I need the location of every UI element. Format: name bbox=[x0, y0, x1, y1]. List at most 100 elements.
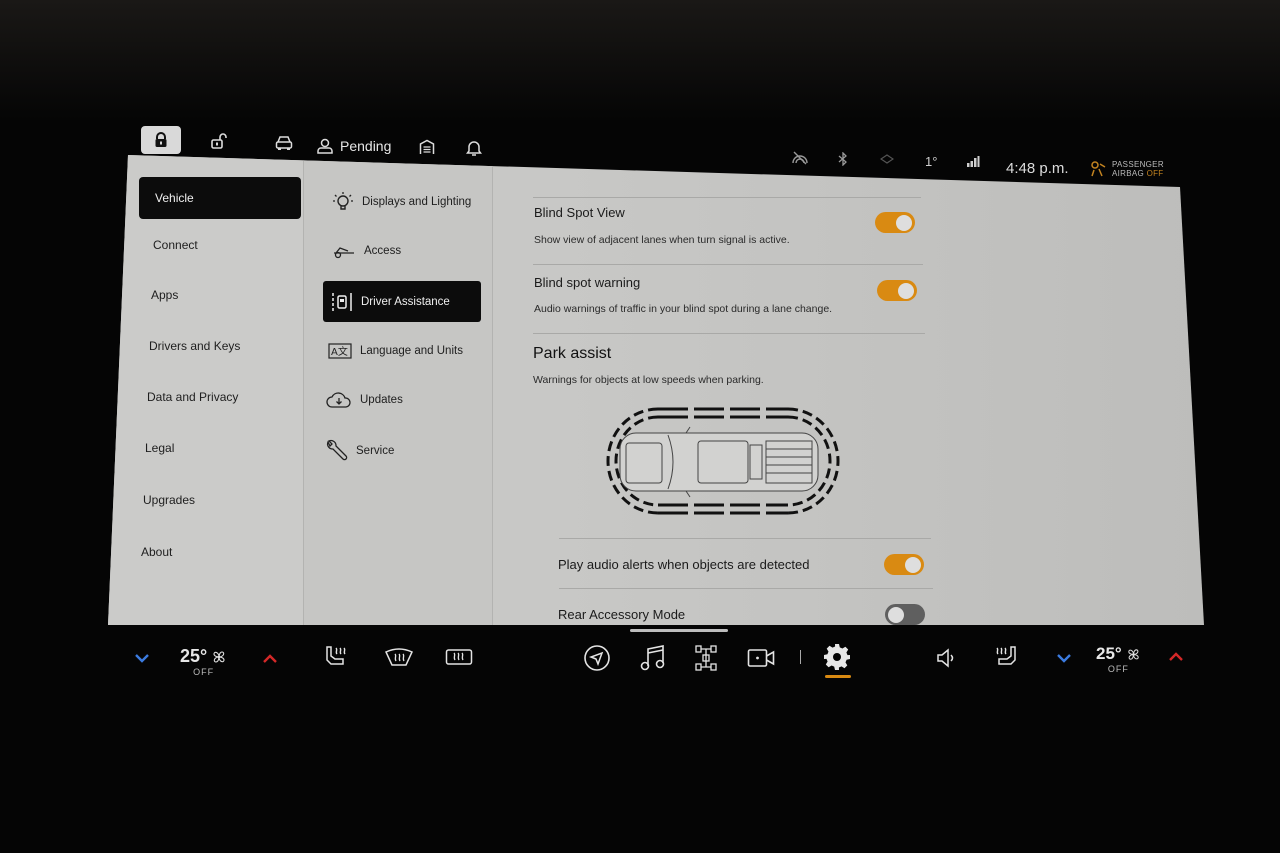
divider bbox=[533, 264, 923, 265]
subnav-item-driver-assistance[interactable]: Driver Assistance bbox=[323, 281, 481, 322]
toggle-knob bbox=[888, 606, 904, 623]
subnav-label: Driver Assistance bbox=[361, 295, 450, 308]
airbag-icon bbox=[1091, 161, 1106, 177]
garage-icon bbox=[419, 139, 435, 154]
user-icon bbox=[317, 138, 333, 154]
volume-button[interactable] bbox=[934, 645, 960, 671]
sidebar-item-label: Drivers and Keys bbox=[149, 339, 241, 353]
rear-defrost-icon bbox=[445, 649, 473, 665]
sidebar-item-label: Legal bbox=[145, 441, 175, 455]
notifications-button[interactable] bbox=[462, 137, 486, 159]
drivetrain-icon bbox=[695, 645, 717, 671]
sidebar-item-connect[interactable]: Connect bbox=[153, 235, 198, 255]
chevron-down-icon bbox=[135, 653, 149, 663]
navigation-icon bbox=[584, 645, 610, 671]
profile-button[interactable]: Pending bbox=[316, 134, 391, 158]
unlock-button[interactable] bbox=[206, 130, 232, 152]
truck-top-view bbox=[619, 426, 819, 498]
front-defrost-icon bbox=[385, 648, 413, 666]
cellular-status bbox=[966, 154, 980, 168]
driver-fan-status: OFF bbox=[193, 667, 215, 677]
blind-spot-view-toggle[interactable] bbox=[875, 212, 915, 233]
passenger-seat-heat-button[interactable] bbox=[992, 644, 1020, 672]
sidebar-item-label: Data and Privacy bbox=[147, 390, 239, 404]
chevron-down-icon bbox=[1057, 653, 1071, 663]
rear-defrost-button[interactable] bbox=[444, 646, 474, 670]
subnav-item-service[interactable]: Service bbox=[324, 438, 394, 464]
blind-spot-view-title: Blind Spot View bbox=[534, 205, 625, 220]
sidebar-item-label: Upgrades bbox=[143, 493, 196, 507]
passenger-temp-down-button[interactable] bbox=[1054, 648, 1074, 668]
subnav-label: Updates bbox=[360, 394, 403, 406]
sidebar-item-label: Vehicle bbox=[155, 191, 194, 205]
divider bbox=[533, 333, 925, 334]
subnav-item-updates[interactable]: Updates bbox=[326, 388, 403, 412]
blind-spot-warning-toggle[interactable] bbox=[877, 280, 917, 301]
lock-button[interactable] bbox=[141, 126, 181, 154]
sidebar-item-upgrades[interactable]: Upgrades bbox=[143, 490, 195, 510]
car-icon bbox=[275, 136, 293, 150]
vehicle-button[interactable] bbox=[271, 132, 297, 154]
passenger-temp-up-button[interactable] bbox=[1166, 646, 1186, 666]
front-defrost-button[interactable] bbox=[383, 646, 415, 670]
subnav-label: Displays and Lighting bbox=[362, 196, 472, 208]
camera-button[interactable] bbox=[746, 645, 776, 671]
driver-temp: 25° bbox=[180, 646, 208, 666]
sidebar-item-about[interactable]: About bbox=[141, 542, 172, 562]
bottom-bar-separator bbox=[800, 650, 801, 664]
lock-icon bbox=[155, 132, 167, 147]
driver-temp-down-button[interactable] bbox=[132, 648, 152, 668]
subnav-item-language-and-units[interactable]: A文 Language and Units bbox=[328, 339, 463, 363]
settings-button[interactable] bbox=[822, 642, 852, 672]
fan-icon bbox=[1128, 648, 1139, 660]
driver-temp-up-button[interactable] bbox=[260, 648, 280, 668]
park-assist-diagram bbox=[606, 407, 840, 515]
rear-accessory-toggle[interactable] bbox=[885, 604, 925, 625]
wifi-icon bbox=[880, 154, 894, 164]
divider bbox=[533, 197, 921, 198]
toggle-knob bbox=[898, 282, 914, 299]
subnav-item-displays-and-lighting[interactable]: Displays and Lighting bbox=[332, 189, 471, 215]
sidebar-item-data-and-privacy[interactable]: Data and Privacy bbox=[147, 387, 238, 407]
passenger-airbag-status: PASSENGER AIRBAG OFF bbox=[1090, 160, 1164, 178]
passenger-temp: 25° bbox=[1096, 644, 1122, 663]
subnav-item-access[interactable]: Access bbox=[332, 239, 401, 263]
sidebar-item-label: Connect bbox=[153, 238, 198, 252]
blind-spot-warning-title: Blind spot warning bbox=[534, 275, 641, 290]
driver-climate[interactable]: 25° OFF bbox=[180, 646, 227, 677]
media-button[interactable] bbox=[638, 643, 668, 673]
divider bbox=[559, 538, 931, 539]
sidebar-item-label: Apps bbox=[151, 288, 179, 302]
subnav-label: Service bbox=[356, 445, 395, 457]
garage-button[interactable] bbox=[415, 136, 439, 158]
sidebar-item-vehicle[interactable]: Vehicle bbox=[139, 177, 301, 219]
sidebar-item-apps[interactable]: Apps bbox=[151, 285, 178, 305]
sidebar-item-legal[interactable]: Legal bbox=[145, 438, 174, 458]
airbag-line2: AIRBAG bbox=[1112, 169, 1145, 178]
passenger-climate[interactable]: 25° OFF bbox=[1096, 644, 1141, 674]
navigation-button[interactable] bbox=[582, 643, 612, 673]
svg-text:A文: A文 bbox=[331, 345, 348, 358]
bluetooth-icon bbox=[838, 152, 847, 166]
sidebar-item-drivers-and-keys[interactable]: Drivers and Keys bbox=[149, 336, 240, 356]
airbag-line1: PASSENGER bbox=[1112, 160, 1164, 169]
toggle-knob bbox=[905, 556, 921, 573]
signal-icon bbox=[967, 156, 980, 167]
driver-seat-heat-button[interactable] bbox=[322, 644, 350, 672]
profile-label: Pending bbox=[340, 138, 392, 154]
bluetooth-status bbox=[838, 152, 848, 166]
driver-assistance-content: Blind Spot View Show view of adjacent la… bbox=[493, 155, 1204, 625]
park-assist-title: Park assist bbox=[533, 345, 612, 362]
wrench-icon bbox=[326, 439, 348, 461]
off-road-pages-button[interactable] bbox=[693, 643, 719, 673]
rear-accessory-title: Rear Accessory Mode bbox=[558, 607, 686, 622]
audio-alerts-toggle[interactable] bbox=[884, 554, 924, 575]
bottom-bar: 25° OFF 25° OFF bbox=[110, 630, 1210, 690]
settings-sidebar: Vehicle Connect Apps Drivers and Keys Da… bbox=[108, 155, 304, 625]
settings-panel: Vehicle Connect Apps Drivers and Keys Da… bbox=[108, 155, 1204, 625]
camera-icon bbox=[747, 649, 775, 667]
seat-heat-icon bbox=[996, 646, 1016, 665]
chevron-up-icon bbox=[263, 653, 277, 663]
gear-icon bbox=[824, 644, 850, 670]
music-note-icon bbox=[640, 645, 665, 671]
